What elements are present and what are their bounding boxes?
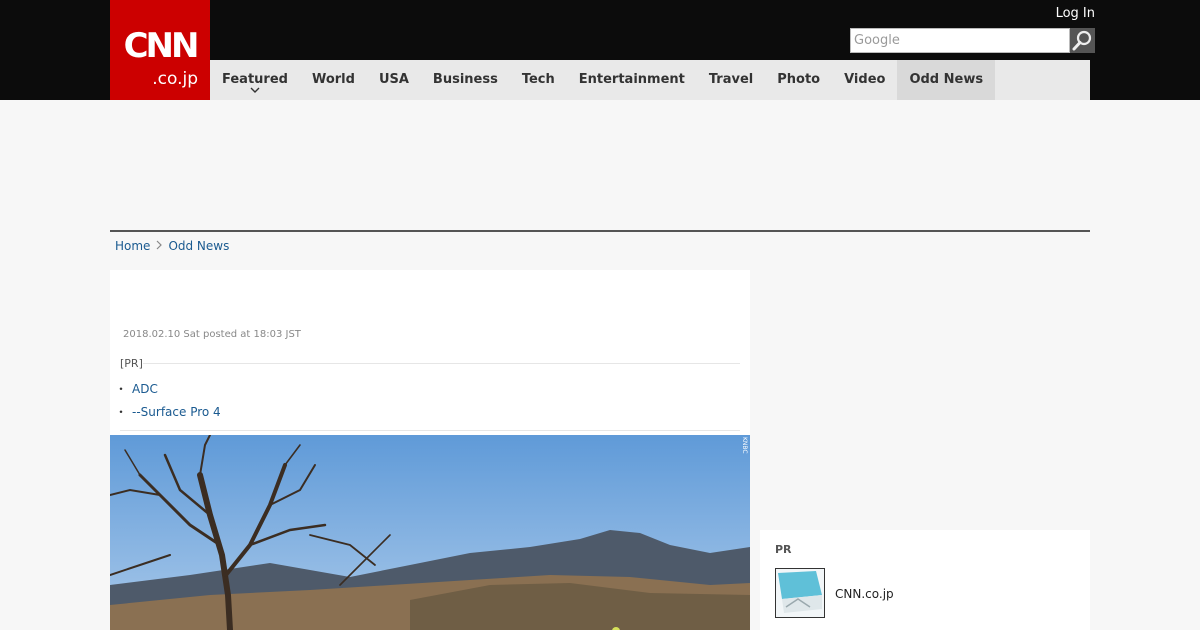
search-button[interactable] [1070, 28, 1095, 53]
sidebar-pr-title: PR [775, 543, 792, 556]
search-input[interactable] [850, 28, 1070, 53]
chevron-down-icon [250, 87, 260, 93]
nav-featured[interactable]: Featured [210, 60, 300, 100]
nav-business[interactable]: Business [421, 60, 510, 100]
article-dateline: 2018.02.10 Sat posted at 18:03 JST [123, 329, 301, 340]
logo-cnn-text: CNN [123, 26, 200, 66]
nav-world[interactable]: World [300, 60, 367, 100]
sidebar-link[interactable]: CNN.co.jp [835, 587, 894, 601]
pr-link-list: ADC --Surface Pro 4 [115, 364, 740, 430]
landscape-image [110, 435, 750, 630]
article-header: 2018.02.10 Sat posted at 18:03 JST [PR] … [110, 270, 750, 435]
pr-link-adc[interactable]: ADC [132, 382, 158, 396]
photo-credit: KNBC [741, 437, 748, 454]
nav-label: Featured [222, 72, 288, 87]
pr-links-block: [PR] ADC --Surface Pro 4 [115, 357, 740, 431]
list-item: --Surface Pro 4 [115, 401, 740, 424]
main-nav: Featured World USA Business Tech Enterta… [210, 60, 1090, 100]
article-photo: KNBC [110, 435, 750, 630]
nav-odd-news[interactable]: Odd News [897, 60, 996, 100]
nav-video[interactable]: Video [832, 60, 897, 100]
breadcrumb-home[interactable]: Home [115, 239, 150, 253]
nav-travel[interactable]: Travel [697, 60, 765, 100]
pr-label: [PR] [120, 357, 143, 370]
login-link[interactable]: Log In [1056, 6, 1095, 21]
sidebar-pr-card: PR CNN.co.jp [760, 530, 1090, 630]
nav-photo[interactable]: Photo [765, 60, 832, 100]
nav-tech[interactable]: Tech [510, 60, 567, 100]
breadcrumb: Home Odd News [115, 238, 229, 254]
nav-entertainment[interactable]: Entertainment [567, 60, 697, 100]
pr-link-surface[interactable]: --Surface Pro 4 [132, 405, 221, 419]
section-divider [110, 230, 1090, 232]
pr-divider-bottom [120, 430, 740, 431]
search-icon [1072, 30, 1092, 51]
chevron-right-icon [156, 239, 163, 253]
sidebar-thumbnail[interactable] [775, 568, 825, 618]
cnn-logo[interactable]: CNN .co.jp [110, 0, 210, 100]
list-item: ADC [115, 378, 740, 401]
breadcrumb-odd-news[interactable]: Odd News [168, 239, 229, 253]
nav-usa[interactable]: USA [367, 60, 421, 100]
logo-domain-text: .co.jp [152, 69, 198, 89]
device-image-icon [776, 569, 824, 617]
